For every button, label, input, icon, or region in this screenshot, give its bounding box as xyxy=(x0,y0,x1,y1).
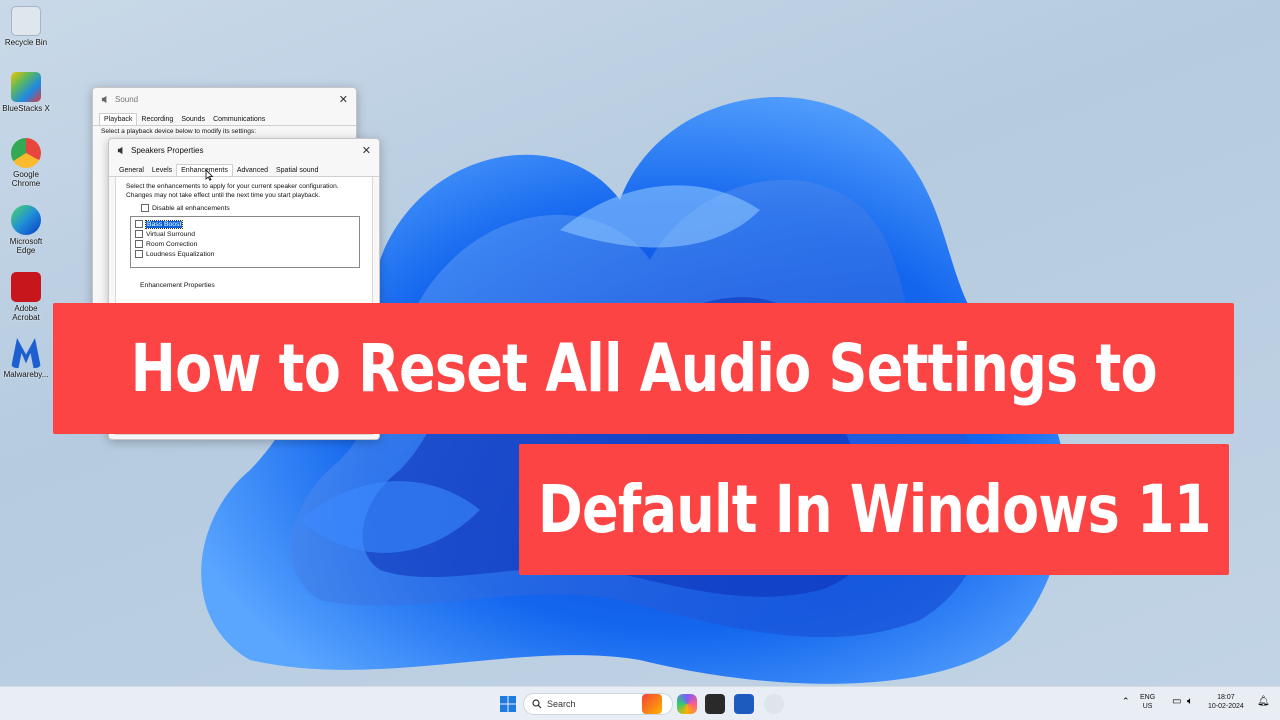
title-line-1: How to Reset All Audio Settings to xyxy=(130,330,1157,407)
checkbox-box[interactable] xyxy=(135,220,143,229)
malwarebytes-icon xyxy=(11,338,41,368)
tab-general[interactable]: General xyxy=(115,165,148,176)
desktop-icon-bluestacks[interactable]: BlueStacks X xyxy=(2,72,50,113)
enhancement-room-correction[interactable]: Room Correction xyxy=(135,240,355,249)
bluestacks-icon xyxy=(11,72,41,102)
tab-playback[interactable]: Playback xyxy=(99,113,138,125)
speakers-close-icon[interactable]: ✕ xyxy=(362,144,371,157)
tab-communications[interactable]: Communications xyxy=(209,114,269,125)
checkbox-box[interactable] xyxy=(135,230,143,239)
taskbar: Search ⌃ ENG US ▭ 🔈︎ 18:07 10-02-2024 🔔︎ xyxy=(0,686,1280,720)
desktop-icon-recycle-bin[interactable]: Recycle Bin xyxy=(2,6,50,47)
tab-spatial-sound[interactable]: Spatial sound xyxy=(272,165,322,176)
speaker-icon xyxy=(101,95,107,103)
clock[interactable]: 18:07 10-02-2024 xyxy=(1208,693,1244,711)
acrobat-icon xyxy=(11,272,41,302)
sound-tabs: Playback Recording Sounds Communications xyxy=(93,110,356,126)
enhancement-bass-boost[interactable]: Bass Boost xyxy=(135,219,355,229)
speaker-icon xyxy=(117,146,123,154)
enhancement-loudness-equalization[interactable]: Loudness Equalization xyxy=(135,250,355,259)
enhancements-description: Select the enhancements to apply for you… xyxy=(126,183,339,199)
sound-app-icon[interactable] xyxy=(764,694,784,714)
speakers-tabs: General Levels Enhancements Advanced Spa… xyxy=(109,161,379,177)
sound-close-icon[interactable]: ✕ xyxy=(339,93,348,106)
chevron-up-icon[interactable]: ⌃ xyxy=(1122,696,1130,707)
search-icon xyxy=(532,699,542,709)
sound-hint: Select a playback device below to modify… xyxy=(101,128,257,135)
desktop-icon-edge[interactable]: Microsoft Edge xyxy=(2,205,50,255)
title-banner-line-1: How to Reset All Audio Settings to xyxy=(53,303,1234,434)
tab-levels[interactable]: Levels xyxy=(148,165,176,176)
speakers-titlebar[interactable]: Speakers Properties ✕ xyxy=(109,139,379,161)
task-view-icon[interactable] xyxy=(705,694,725,714)
enhancement-virtual-surround[interactable]: Virtual Surround xyxy=(135,230,355,239)
recycle-bin-icon xyxy=(11,6,41,36)
chrome-icon xyxy=(11,138,41,168)
network-icon[interactable]: ▭ xyxy=(1172,696,1181,707)
desktop-icon-acrobat[interactable]: Adobe Acrobat xyxy=(2,272,50,322)
search-highlight-icon[interactable] xyxy=(642,694,662,714)
store-icon[interactable] xyxy=(734,694,754,714)
title-banner-line-2: Default In Windows 11 xyxy=(519,444,1229,575)
enhancement-properties-label: Enhancement Properties xyxy=(140,282,215,290)
notification-bell-icon[interactable]: 🔔︎ xyxy=(1257,696,1270,707)
tab-advanced[interactable]: Advanced xyxy=(233,165,272,176)
widgets-icon[interactable] xyxy=(677,694,697,714)
desktop-icon-malwarebytes[interactable]: Malwareby... xyxy=(2,338,50,379)
edge-icon xyxy=(11,205,41,235)
speakers-title: Speakers Properties xyxy=(131,145,204,155)
sound-title: Sound xyxy=(115,94,139,104)
volume-icon[interactable]: 🔈︎ xyxy=(1187,696,1193,707)
title-line-2: Default In Windows 11 xyxy=(537,471,1212,548)
checkbox-box[interactable] xyxy=(135,250,143,259)
desktop-icon-chrome[interactable]: Google Chrome xyxy=(2,138,50,188)
language-indicator[interactable]: ENG US xyxy=(1140,693,1155,711)
windows-start-icon[interactable] xyxy=(498,694,518,714)
checkbox-box[interactable] xyxy=(135,240,143,249)
tab-recording[interactable]: Recording xyxy=(137,114,177,125)
tab-sounds[interactable]: Sounds xyxy=(177,114,209,125)
disable-all-checkbox[interactable]: Disable all enhancements xyxy=(141,204,372,213)
mouse-cursor-icon xyxy=(205,169,214,181)
enhancements-list: Bass Boost Virtual Surround Room Correct… xyxy=(130,216,360,269)
sound-titlebar[interactable]: Sound ✕ xyxy=(93,88,356,110)
checkbox-box[interactable] xyxy=(141,204,149,213)
